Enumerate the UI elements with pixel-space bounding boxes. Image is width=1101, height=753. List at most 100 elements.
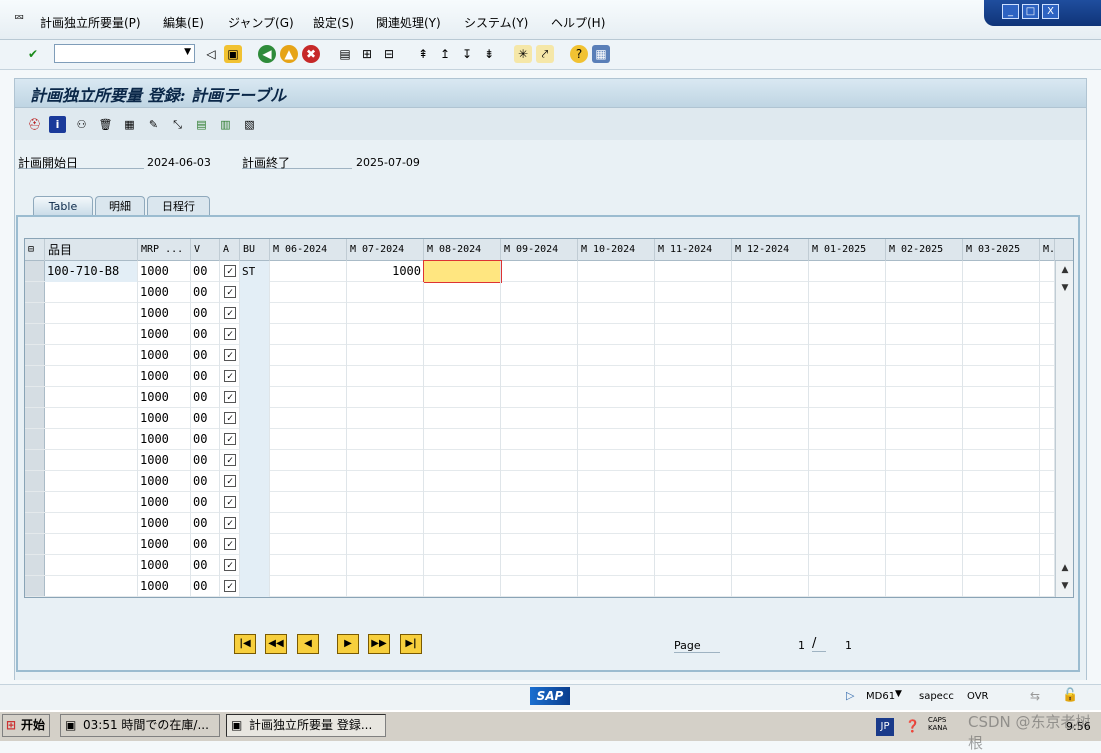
period-cell[interactable]	[963, 366, 1040, 387]
row-selector[interactable]	[25, 429, 45, 449]
period-cell[interactable]	[578, 324, 655, 345]
period-cell[interactable]	[270, 492, 347, 513]
menu-item-5[interactable]: システム(Y)	[464, 14, 528, 31]
active-cell[interactable]: ✓	[220, 450, 240, 471]
shortcut-icon[interactable]: ⤤	[536, 45, 554, 63]
period-cell[interactable]	[732, 513, 809, 534]
scroll-up-icon[interactable]: ▲	[1058, 263, 1072, 277]
material-cell[interactable]	[45, 471, 138, 492]
active-checkbox[interactable]: ✓	[224, 433, 236, 445]
period-cell[interactable]	[270, 513, 347, 534]
period-cell[interactable]	[963, 429, 1040, 450]
period-cell[interactable]	[578, 303, 655, 324]
material-cell[interactable]	[45, 492, 138, 513]
period-cell[interactable]	[732, 345, 809, 366]
period-cell[interactable]	[1040, 261, 1055, 282]
version-cell[interactable]: 00	[191, 261, 220, 282]
period-cell[interactable]	[1040, 429, 1055, 450]
row-selector[interactable]	[25, 282, 45, 302]
version-cell[interactable]: 00	[191, 345, 220, 366]
row-selector[interactable]	[25, 534, 45, 554]
period-cell[interactable]	[809, 576, 886, 597]
period-cell[interactable]	[270, 324, 347, 345]
scroll-down-bottom-icon[interactable]: ▼	[1058, 579, 1072, 593]
period-cell[interactable]	[809, 450, 886, 471]
row-selector[interactable]	[25, 555, 45, 575]
layout-menu-icon[interactable]: ▦	[592, 45, 610, 63]
column-header[interactable]: M 08-2024	[424, 239, 501, 261]
version-cell[interactable]: 00	[191, 408, 220, 429]
period-cell[interactable]	[347, 513, 424, 534]
period-cell[interactable]: 1000	[347, 261, 424, 282]
period-cell[interactable]	[424, 324, 501, 345]
restore-button[interactable]: □	[1022, 4, 1039, 19]
mrp-area-cell[interactable]: 1000	[138, 303, 191, 324]
period-cell[interactable]	[1040, 387, 1055, 408]
version-cell[interactable]: 00	[191, 471, 220, 492]
period-cell[interactable]	[732, 261, 809, 282]
active-checkbox[interactable]: ✓	[224, 328, 236, 340]
find-icon[interactable]: ⊞	[358, 45, 376, 63]
period-cell[interactable]	[347, 492, 424, 513]
column-header[interactable]: M 03-2025	[963, 239, 1040, 261]
period-cell[interactable]	[347, 324, 424, 345]
material-cell[interactable]	[45, 555, 138, 576]
period-cell[interactable]	[732, 429, 809, 450]
period-cell[interactable]	[270, 366, 347, 387]
period-cell[interactable]	[655, 471, 732, 492]
close-button[interactable]: X	[1042, 4, 1059, 19]
period-cell[interactable]	[1040, 303, 1055, 324]
period-cell[interactable]	[424, 555, 501, 576]
hat-icon[interactable]: ⛑	[26, 116, 43, 133]
material-cell[interactable]	[45, 429, 138, 450]
next-screen-button[interactable]: ▶▶	[368, 634, 390, 654]
mrp-area-cell[interactable]: 1000	[138, 387, 191, 408]
active-cell[interactable]: ✓	[220, 408, 240, 429]
period-cell[interactable]	[347, 408, 424, 429]
period-cell[interactable]	[963, 324, 1040, 345]
active-cell[interactable]: ✓	[220, 534, 240, 555]
period-cell[interactable]	[732, 387, 809, 408]
unit-cell[interactable]	[240, 471, 270, 492]
period-cell[interactable]	[424, 450, 501, 471]
active-cell[interactable]: ✓	[220, 492, 240, 513]
mrp-area-cell[interactable]: 1000	[138, 576, 191, 597]
version-cell[interactable]: 00	[191, 555, 220, 576]
period-cell[interactable]	[886, 303, 963, 324]
period-cell[interactable]	[501, 429, 578, 450]
period-cell[interactable]	[1040, 408, 1055, 429]
period-cell[interactable]	[655, 282, 732, 303]
period-cell[interactable]	[809, 303, 886, 324]
period-cell[interactable]	[809, 261, 886, 282]
active-cell[interactable]: ✓	[220, 282, 240, 303]
period-cell[interactable]	[424, 429, 501, 450]
period-cell[interactable]	[1040, 345, 1055, 366]
version-cell[interactable]: 00	[191, 303, 220, 324]
period-cell[interactable]	[347, 471, 424, 492]
mrp-area-cell[interactable]: 1000	[138, 534, 191, 555]
column-header[interactable]: M 09-2024	[501, 239, 578, 261]
column-header[interactable]: 品目	[45, 239, 138, 261]
period-cell[interactable]	[270, 576, 347, 597]
active-checkbox[interactable]: ✓	[224, 580, 236, 592]
period-cell[interactable]	[347, 303, 424, 324]
period-cell[interactable]	[501, 492, 578, 513]
period-cell[interactable]	[963, 303, 1040, 324]
period-cell[interactable]	[886, 387, 963, 408]
active-checkbox[interactable]: ✓	[224, 286, 236, 298]
material-cell[interactable]	[45, 513, 138, 534]
period-cell[interactable]	[501, 450, 578, 471]
new-session-icon[interactable]: ✳	[514, 45, 532, 63]
print-icon[interactable]: ▤	[336, 45, 354, 63]
active-checkbox[interactable]: ✓	[224, 307, 236, 319]
menu-item-0[interactable]: 計画独立所要量(P)	[40, 14, 141, 31]
period-cell[interactable]	[424, 576, 501, 597]
scroll-down-icon[interactable]: ▼	[1058, 281, 1072, 295]
active-checkbox[interactable]: ✓	[224, 391, 236, 403]
period-cell[interactable]	[501, 408, 578, 429]
period-cell[interactable]	[655, 261, 732, 282]
period-cell[interactable]	[1040, 513, 1055, 534]
period-cell[interactable]	[655, 534, 732, 555]
period-cell[interactable]	[270, 429, 347, 450]
language-indicator[interactable]: JP	[876, 718, 894, 736]
